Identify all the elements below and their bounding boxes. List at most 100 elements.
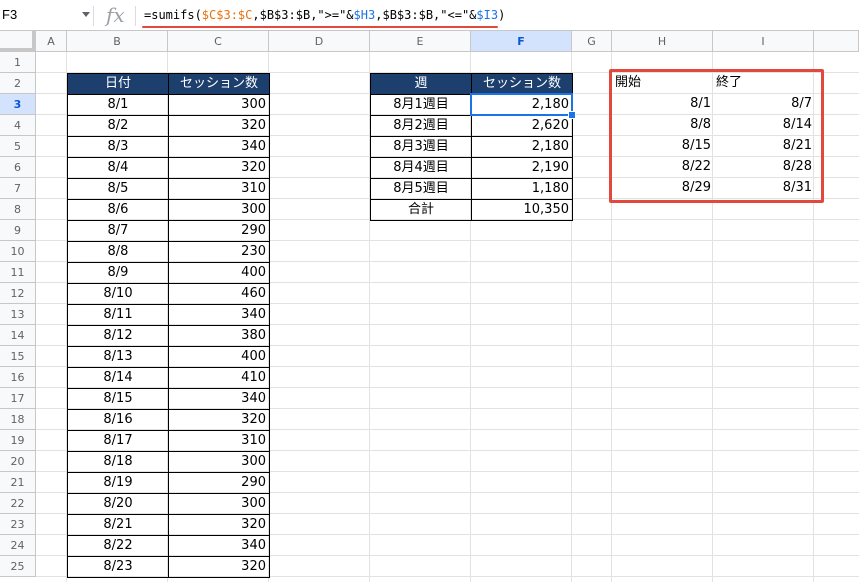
total-label-cell[interactable]: 合計: [370, 199, 472, 221]
row-header-7[interactable]: 7: [0, 178, 36, 199]
row-header-9[interactable]: 9: [0, 220, 36, 241]
daily-sessions-cell[interactable]: 300: [168, 451, 270, 473]
week-label-cell[interactable]: 8月2週目: [370, 115, 472, 137]
daily-date-cell[interactable]: 8/9: [67, 262, 169, 284]
row-header-4[interactable]: 4: [0, 115, 36, 136]
column-header-a[interactable]: A: [36, 31, 67, 52]
row-header-12[interactable]: 12: [0, 283, 36, 304]
week-label-cell[interactable]: 8月4週目: [370, 157, 472, 179]
daily-sessions-cell[interactable]: 400: [168, 346, 270, 368]
daily-date-cell[interactable]: 8/20: [67, 493, 169, 515]
row-header-5[interactable]: 5: [0, 136, 36, 157]
daily-sessions-cell[interactable]: 320: [168, 556, 270, 578]
row-header-8[interactable]: 8: [0, 199, 36, 220]
table-header-sessions[interactable]: セッション数: [168, 73, 270, 95]
week-sessions-cell[interactable]: 2,180: [471, 136, 573, 158]
daily-date-cell[interactable]: 8/4: [67, 157, 169, 179]
daily-date-cell[interactable]: 8/2: [67, 115, 169, 137]
column-header-f[interactable]: F: [471, 31, 572, 52]
row-header-2[interactable]: 2: [0, 73, 36, 94]
daily-sessions-cell[interactable]: 230: [168, 241, 270, 263]
daily-sessions-cell[interactable]: 340: [168, 388, 270, 410]
week-sessions-cell[interactable]: 2,180: [471, 94, 573, 116]
daily-sessions-cell[interactable]: 320: [168, 157, 270, 179]
column-header-d[interactable]: D: [269, 31, 370, 52]
daily-sessions-cell[interactable]: 380: [168, 325, 270, 347]
week-sessions-cell[interactable]: 1,180: [471, 178, 573, 200]
daily-date-cell[interactable]: 8/6: [67, 199, 169, 221]
daily-date-cell[interactable]: 8/3: [67, 136, 169, 158]
week-label-cell[interactable]: 8月5週目: [370, 178, 472, 200]
row-header-25[interactable]: 25: [0, 556, 36, 577]
daily-date-cell[interactable]: 8/19: [67, 472, 169, 494]
total-sessions-cell[interactable]: 10,350: [471, 199, 573, 221]
daily-date-cell[interactable]: 8/21: [67, 514, 169, 536]
daily-sessions-cell[interactable]: 340: [168, 535, 270, 557]
daily-sessions-cell[interactable]: 460: [168, 283, 270, 305]
row-header-16[interactable]: 16: [0, 367, 36, 388]
week-sessions-cell[interactable]: 2,620: [471, 115, 573, 137]
daily-sessions-cell[interactable]: 320: [168, 514, 270, 536]
daily-sessions-cell[interactable]: 340: [168, 304, 270, 326]
row-header-14[interactable]: 14: [0, 325, 36, 346]
daily-date-cell[interactable]: 8/13: [67, 346, 169, 368]
daily-sessions-cell[interactable]: 300: [168, 493, 270, 515]
row-header-20[interactable]: 20: [0, 451, 36, 472]
table-header-week[interactable]: 週: [370, 73, 472, 95]
daily-date-cell[interactable]: 8/5: [67, 178, 169, 200]
table-header-weekly-sessions[interactable]: セッション数: [471, 73, 573, 95]
daily-sessions-cell[interactable]: 290: [168, 472, 270, 494]
daily-sessions-cell[interactable]: 320: [168, 115, 270, 137]
daily-date-cell[interactable]: 8/8: [67, 241, 169, 263]
row-header-23[interactable]: 23: [0, 514, 36, 535]
column-header-c[interactable]: C: [168, 31, 269, 52]
fill-handle[interactable]: [568, 111, 576, 119]
row-header-15[interactable]: 15: [0, 346, 36, 367]
daily-date-cell[interactable]: 8/23: [67, 556, 169, 578]
daily-date-cell[interactable]: 8/17: [67, 430, 169, 452]
daily-date-cell[interactable]: 8/18: [67, 451, 169, 473]
column-header-next[interactable]: [814, 31, 859, 52]
daily-sessions-cell[interactable]: 310: [168, 430, 270, 452]
row-header-18[interactable]: 18: [0, 409, 36, 430]
daily-sessions-cell[interactable]: 320: [168, 409, 270, 431]
daily-date-cell[interactable]: 8/15: [67, 388, 169, 410]
daily-date-cell[interactable]: 8/12: [67, 325, 169, 347]
column-header-i[interactable]: I: [713, 31, 814, 52]
row-header-17[interactable]: 17: [0, 388, 36, 409]
daily-date-cell[interactable]: 8/7: [67, 220, 169, 242]
week-label-cell[interactable]: 8月3週目: [370, 136, 472, 158]
row-header-10[interactable]: 10: [0, 241, 36, 262]
daily-date-cell[interactable]: 8/22: [67, 535, 169, 557]
column-header-e[interactable]: E: [370, 31, 471, 52]
daily-sessions-cell[interactable]: 410: [168, 367, 270, 389]
column-header-h[interactable]: H: [612, 31, 713, 52]
week-label-cell[interactable]: 8月1週目: [370, 94, 472, 116]
select-all-corner[interactable]: [0, 31, 36, 52]
dropdown-arrow-icon[interactable]: [82, 12, 90, 17]
spreadsheet-grid[interactable]: ABCDEFGHI 1 2 3 4 5 6 7 8 9 10 11 12 13 14 15 16 17 18 19 2…: [0, 31, 859, 582]
row-header-21[interactable]: 21: [0, 472, 36, 493]
daily-date-cell[interactable]: 8/1: [67, 94, 169, 116]
row-header-13[interactable]: 13: [0, 304, 36, 325]
row-header-1[interactable]: 1: [0, 52, 36, 73]
daily-sessions-cell[interactable]: 340: [168, 136, 270, 158]
name-box[interactable]: F3: [0, 0, 92, 30]
row-header-3[interactable]: 3: [0, 94, 36, 115]
daily-sessions-cell[interactable]: 290: [168, 220, 270, 242]
row-header-22[interactable]: 22: [0, 493, 36, 514]
column-header-g[interactable]: G: [572, 31, 612, 52]
week-sessions-cell[interactable]: 2,190: [471, 157, 573, 179]
row-header-24[interactable]: 24: [0, 535, 36, 556]
column-header-b[interactable]: B: [67, 31, 168, 52]
row-header-11[interactable]: 11: [0, 262, 36, 283]
daily-date-cell[interactable]: 8/11: [67, 304, 169, 326]
daily-sessions-cell[interactable]: 300: [168, 94, 270, 116]
formula-input[interactable]: =sumifs($C$3:$C,$B$3:$B,">="&$H3,$B$3:$B…: [144, 5, 505, 25]
daily-sessions-cell[interactable]: 400: [168, 262, 270, 284]
daily-date-cell[interactable]: 8/14: [67, 367, 169, 389]
row-header-19[interactable]: 19: [0, 430, 36, 451]
daily-sessions-cell[interactable]: 300: [168, 199, 270, 221]
daily-date-cell[interactable]: 8/10: [67, 283, 169, 305]
row-header-6[interactable]: 6: [0, 157, 36, 178]
